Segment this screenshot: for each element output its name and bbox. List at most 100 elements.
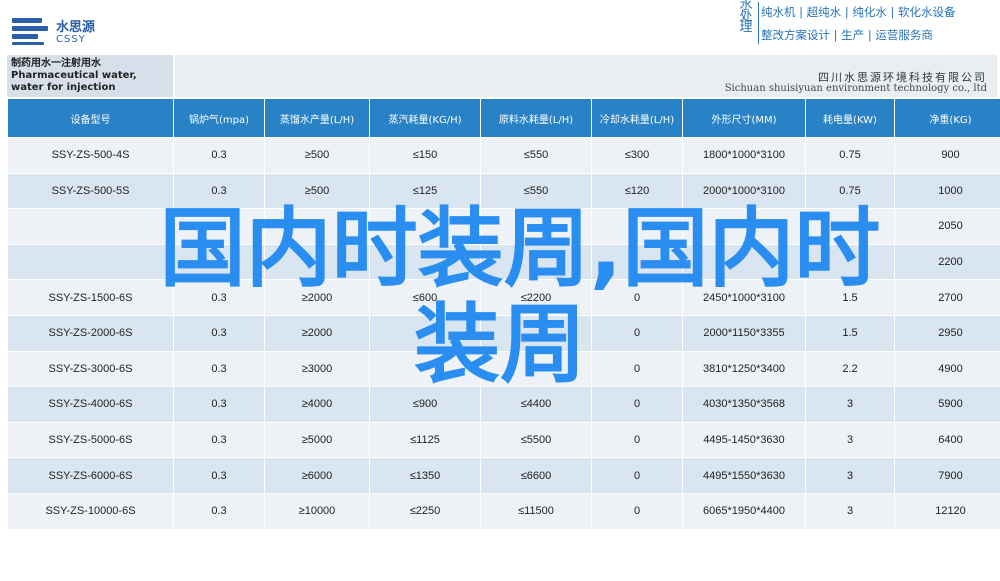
table-cell: 0.3 — [174, 351, 264, 387]
table-cell — [806, 244, 894, 280]
table-body: SSY-ZS-500-4S 0.3 ≥500 ≤150 ≤550 ≤300 1800*100… — [8, 138, 1000, 529]
column-header: 耗电量(KW) — [806, 99, 894, 137]
table-cell: 6400 — [895, 422, 1000, 458]
table-cell: 1000 — [895, 173, 1000, 209]
column-header: 设备型号 — [8, 99, 173, 137]
table-header-row: 设备型号 锅炉气(mpa) 蒸馏水产量(L/H) 蒸汽耗量(KG/H) 原料水耗… — [8, 99, 1000, 137]
table-cell: 0.3 — [174, 387, 264, 422]
table-cell: 0.3 — [174, 422, 264, 458]
table-cell — [481, 315, 591, 351]
table-cell: ≤5500 — [481, 422, 591, 458]
table-cell: ≤4400 — [481, 387, 591, 422]
table-cell: ≥10000 — [265, 493, 369, 529]
table-cell: SSY-ZS-10000-6S — [8, 493, 173, 529]
table-cell: 3810*1250*3400 — [683, 351, 805, 387]
table-cell: 0 — [592, 351, 682, 387]
table-cell: ≤11500 — [481, 493, 591, 529]
table-row: SSY-ZS-4000-6S 0.3 ≥4000 ≤900 ≤4400 0 4030*135… — [8, 387, 1000, 422]
column-header: 净重(KG) — [895, 99, 1000, 137]
table-row: SSY-ZS-1500-6S 0.3 ≥2000 ≤600 ≤2200 0 2450*100… — [8, 280, 1000, 315]
company-name-en: Sichuan shuisiyuan environment technolog… — [724, 83, 987, 94]
table-cell: ≤600 — [370, 280, 480, 315]
table-cell: ≤1125 — [370, 422, 480, 458]
table-cell: 0.3 — [174, 138, 264, 173]
table-cell: 0 — [592, 280, 682, 315]
table-cell — [8, 209, 173, 244]
table-row: SSY-ZS-3000-6S 0.3 ≥3000 0 3810*1250*3400 2.2… — [8, 351, 1000, 387]
table-cell — [481, 209, 591, 244]
table-row: SSY-ZS-5000-6S 0.3 ≥5000 ≤1125 ≤5500 0 4495-14… — [8, 422, 1000, 458]
column-header: 外形尺寸(MM) — [683, 99, 805, 137]
table-cell: SSY-ZS-6000-6S — [8, 458, 173, 493]
table-cell: 3 — [806, 458, 894, 493]
doc-title: 制药用水一注射用水 Pharmaceutical water, water fo… — [11, 58, 137, 93]
table-cell: 0 — [592, 315, 682, 351]
table-cell: 0.75 — [806, 173, 894, 209]
table-cell: SSY-ZS-2000-6S — [8, 315, 173, 351]
column-header: 锅炉气(mpa) — [174, 99, 264, 137]
table-cell: 3 — [806, 422, 894, 458]
table-cell — [370, 351, 480, 387]
table-cell: 2200 — [895, 244, 1000, 280]
table-cell: 2950 — [895, 315, 1000, 351]
table-cell: 4030*1350*3568 — [683, 387, 805, 422]
logo-stripes-icon — [12, 18, 48, 46]
table-row: SSY-ZS-2000-6S 0.3 ≥2000 0 2000*1150*3355 1.5… — [8, 315, 1000, 351]
table-cell — [8, 244, 173, 280]
table-cell: ≥5000 — [265, 422, 369, 458]
table-cell: 0 — [592, 493, 682, 529]
table-row: SSY-ZS-6000-6S 0.3 ≥6000 ≤1350 ≤6600 0 4495*15… — [8, 458, 1000, 493]
table-cell: 4900 — [895, 351, 1000, 387]
table-cell — [370, 209, 480, 244]
logo-sub: CSSY — [56, 34, 86, 45]
column-header: 冷却水耗量(L/H) — [592, 99, 682, 137]
table-cell: 0 — [592, 458, 682, 493]
brand-divider — [758, 2, 759, 44]
table-cell: ≥500 — [265, 173, 369, 209]
brand-vertical: 水 处 理 — [739, 0, 753, 35]
table-cell: ≥2000 — [265, 315, 369, 351]
table-cell: ≤550 — [481, 138, 591, 173]
table-cell — [265, 244, 369, 280]
table-cell — [806, 209, 894, 244]
table-cell: 0.3 — [174, 458, 264, 493]
table-cell: ≤125 — [370, 173, 480, 209]
table-cell: ≤150 — [370, 138, 480, 173]
table-row: 2200 — [8, 244, 1000, 280]
brand-line-2: 整改方案设计 | 生产 | 运营服务商 — [761, 28, 933, 42]
table-row: SSY-ZS-10000-6S 0.3 ≥10000 ≤2250 ≤11500 0 6065… — [8, 493, 1000, 529]
table-cell — [592, 244, 682, 280]
table-cell: ≤300 — [592, 138, 682, 173]
column-header: 原料水耗量(L/H) — [481, 99, 591, 137]
table-cell: 1.5 — [806, 280, 894, 315]
table-row: 2050 — [8, 209, 1000, 244]
table-cell — [174, 209, 264, 244]
table-cell: ≥4000 — [265, 387, 369, 422]
table-cell — [592, 209, 682, 244]
brand-block: 水 处 理 纯水机 | 超纯水 | 纯化水 | 软化水设备 整改方案设计 | 生… — [737, 0, 999, 46]
column-header: 蒸馏水产量(L/H) — [265, 99, 369, 137]
table-cell: 2000*1150*3355 — [683, 315, 805, 351]
table-row: SSY-ZS-500-5S 0.3 ≥500 ≤125 ≤550 ≤120 2000*100… — [8, 173, 1000, 209]
spec-table: 设备型号 锅炉气(mpa) 蒸馏水产量(L/H) 蒸汽耗量(KG/H) 原料水耗… — [7, 98, 1000, 530]
table-cell: ≤2200 — [481, 280, 591, 315]
table-cell — [683, 209, 805, 244]
table-cell: SSY-ZS-5000-6S — [8, 422, 173, 458]
table-cell: SSY-ZS-1500-6S — [8, 280, 173, 315]
table-cell: 2000*1000*3100 — [683, 173, 805, 209]
table-cell: ≤6600 — [481, 458, 591, 493]
table-cell — [683, 244, 805, 280]
table-cell: SSY-ZS-500-4S — [8, 138, 173, 173]
table-cell: ≥6000 — [265, 458, 369, 493]
table-cell — [265, 209, 369, 244]
table-cell: SSY-ZS-3000-6S — [8, 351, 173, 387]
table-cell: 2.2 — [806, 351, 894, 387]
table-cell: 6065*1950*4400 — [683, 493, 805, 529]
table-cell: 0.3 — [174, 173, 264, 209]
table-cell: ≤550 — [481, 173, 591, 209]
table-cell: 2700 — [895, 280, 1000, 315]
table-cell: SSY-ZS-4000-6S — [8, 387, 173, 422]
table-cell: 4495-1450*3630 — [683, 422, 805, 458]
title-band: 制药用水一注射用水 Pharmaceutical water, water fo… — [7, 55, 997, 97]
table-cell: ≥3000 — [265, 351, 369, 387]
